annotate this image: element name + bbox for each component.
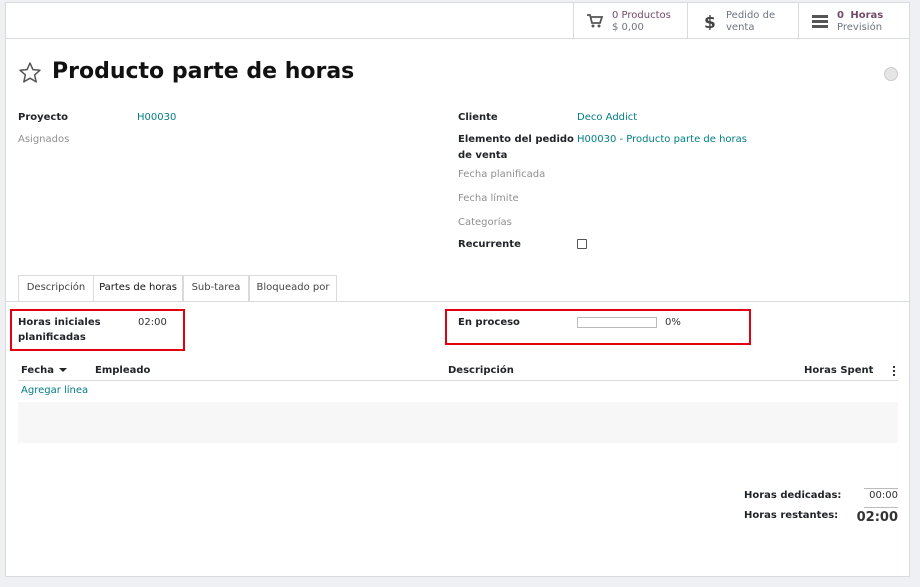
tab-timesheets[interactable]: Partes de horas xyxy=(93,275,183,302)
table-row xyxy=(18,423,898,443)
products-count: 0 Productos xyxy=(612,10,671,21)
hours-label1: 0 Horas xyxy=(837,10,883,21)
highlight-initial-hours xyxy=(10,309,185,351)
column-employee[interactable]: Empleado xyxy=(95,365,150,376)
timesheet-table-header: Fecha Empleado Descripción Horas Spent xyxy=(18,361,898,381)
sale-order-smart-button[interactable]: $ Pedido de venta xyxy=(687,3,798,39)
svg-text:$: $ xyxy=(704,13,716,30)
planned-date-label: Fecha planificada xyxy=(458,169,546,180)
column-date[interactable]: Fecha xyxy=(21,365,68,376)
progress-bar xyxy=(577,317,657,328)
smart-button-bar: 0 Productos $ 0,00 $ Pedido de venta 0 H… xyxy=(6,3,909,39)
form-sheet: 0 Productos $ 0,00 $ Pedido de venta 0 H… xyxy=(5,2,910,577)
products-smart-button[interactable]: 0 Productos $ 0,00 xyxy=(573,3,687,39)
column-description[interactable]: Descripción xyxy=(448,365,514,376)
progress-value: 0% xyxy=(665,317,681,328)
hours-count: 0 xyxy=(837,10,844,21)
column-date-label: Fecha xyxy=(21,365,55,376)
project-label: Proyecto xyxy=(18,112,69,123)
hours-label: Horas xyxy=(850,10,884,21)
remaining-hours-value: 02:00 xyxy=(856,510,898,525)
add-line-link[interactable]: Agregar línea xyxy=(21,385,88,396)
kanban-state-icon[interactable] xyxy=(884,67,898,81)
sale-line-value[interactable]: H00030 - Producto parte de horas xyxy=(577,134,747,145)
initial-hours-label-1: Horas iniciales xyxy=(18,317,101,328)
project-value[interactable]: H00030 xyxy=(137,112,176,123)
tab-blocked-by[interactable]: Bloqueado por xyxy=(249,275,337,301)
tab-description[interactable]: Descripción xyxy=(18,275,94,301)
initial-hours-label-2: planificadas xyxy=(18,332,86,343)
sale-order-line2: venta xyxy=(726,22,755,33)
cart-icon xyxy=(587,14,604,28)
hours-label2: Previsión xyxy=(837,22,883,33)
column-options-icon[interactable] xyxy=(893,366,896,376)
sale-order-line1: Pedido de xyxy=(726,10,776,21)
sale-line-label-1: Elemento del pedido xyxy=(458,134,574,145)
tab-divider xyxy=(6,301,909,302)
deadline-label: Fecha límite xyxy=(458,193,519,204)
table-row xyxy=(18,402,898,423)
recurrent-label: Recurrente xyxy=(458,239,521,250)
spent-hours-label: Horas dedicadas: xyxy=(744,490,842,501)
dollar-icon: $ xyxy=(704,13,716,30)
star-icon[interactable] xyxy=(18,61,42,85)
tags-label: Categorías xyxy=(458,217,512,228)
products-amount: $ 0,00 xyxy=(612,22,644,33)
initial-hours-value[interactable]: 02:00 xyxy=(138,317,167,328)
sale-line-label-2: de venta xyxy=(458,150,508,161)
server-icon xyxy=(812,15,828,28)
totals-separator xyxy=(864,488,898,489)
tab-subtasks[interactable]: Sub-tarea xyxy=(183,275,249,301)
hours-smart-button[interactable]: 0 Horas Previsión xyxy=(798,3,909,39)
spent-hours-value: 00:00 xyxy=(869,490,898,501)
assignees-label: Asignados xyxy=(18,134,70,145)
customer-label: Cliente xyxy=(458,112,498,123)
add-line-row: Agregar línea xyxy=(18,381,898,402)
record-title[interactable]: Producto parte de horas xyxy=(52,59,354,84)
progress-label: En proceso xyxy=(458,317,520,328)
customer-value[interactable]: Deco Addict xyxy=(577,112,637,123)
column-hours-spent[interactable]: Horas Spent xyxy=(804,365,873,376)
remaining-hours-label: Horas restantes: xyxy=(744,510,839,521)
recurrent-checkbox[interactable] xyxy=(577,239,587,249)
sort-caret-icon xyxy=(59,368,68,372)
totals-separator xyxy=(864,507,898,508)
